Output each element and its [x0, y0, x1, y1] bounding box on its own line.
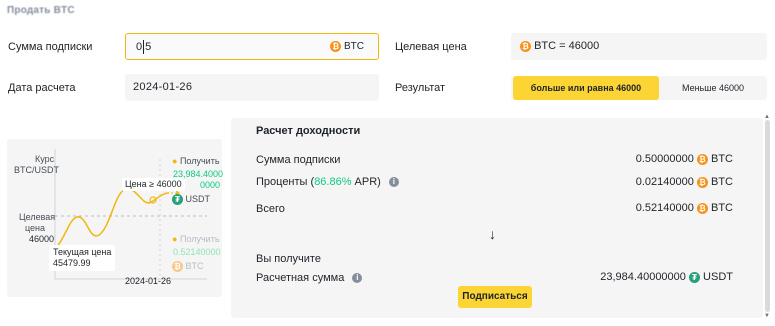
- get-bottom-amount: 0.52140000: [173, 247, 221, 257]
- chart-date-label: 2024-01-26: [125, 276, 172, 286]
- subscription-amount-label: Сумма подписки: [256, 154, 341, 166]
- get-top-amount-2: 0000: [200, 180, 221, 190]
- down-arrow-icon: ↓: [489, 226, 496, 242]
- you-get-label: Вы получите: [256, 253, 321, 265]
- target-price-field: ₿ BTC = 46000: [511, 33, 767, 60]
- page-title: Продать BTC: [7, 5, 75, 16]
- get-top-label: ● Получить: [172, 156, 220, 166]
- amount-input[interactable]: 0.5 ₿ BTC: [125, 33, 379, 60]
- target-price-value: BTC = 46000: [534, 40, 600, 52]
- current-price-tooltip: Текущая цена 45479.99: [49, 245, 116, 271]
- get-bottom-label: ● Получить: [172, 234, 220, 244]
- usdt-coin-icon: ₮: [172, 194, 183, 206]
- target-price-label: Целевая цена: [395, 41, 467, 53]
- get-top-amount: 23,984.4000: [173, 169, 224, 179]
- subscription-amount-value: 0.50000000 ₿ BTC: [635, 153, 733, 165]
- text-cursor: [143, 40, 144, 54]
- apr-value: 86.86%: [314, 176, 352, 188]
- get-top-currency: ₮ USDT: [172, 194, 210, 206]
- total-label: Всего: [256, 203, 285, 215]
- price-curve: [54, 188, 170, 250]
- result-option-lt[interactable]: Меньше 46000: [661, 76, 765, 100]
- btc-coin-icon: ₿: [172, 261, 183, 273]
- total-value: 0.52140000 ₿ BTC: [635, 202, 733, 214]
- result-option-gte[interactable]: больше или равна 46000: [513, 76, 659, 100]
- btc-coin-icon: ₿: [696, 176, 708, 188]
- subscribe-button[interactable]: Подписаться: [458, 286, 532, 308]
- get-bottom-currency: ₿ BTC: [172, 261, 204, 273]
- chart-rate-pair: BTC/USDT: [14, 165, 59, 175]
- chart-rate-label: Курс: [35, 154, 55, 164]
- payoff-chart: Курс BTC/USDT Целевая цена 46000 Текущая…: [7, 139, 224, 297]
- interest-label: Проценты (86.86% APR) i: [256, 176, 399, 188]
- settlement-date-field: 2024-01-26: [125, 74, 379, 101]
- result-label: Результат: [395, 82, 446, 94]
- scrollbar-thumb[interactable]: [765, 120, 770, 312]
- scroll-down-arrow[interactable]: ▼: [764, 313, 770, 319]
- estimated-amount-value: 23,984.40000000 ₮ USDT: [600, 271, 733, 283]
- amount-currency: ₿ BTC: [330, 41, 364, 52]
- btc-coin-icon: ₿: [520, 40, 531, 52]
- settlement-date-label: Дата расчета: [8, 82, 76, 94]
- chart-target-value: 46000: [29, 234, 55, 244]
- btc-coin-icon: ₿: [696, 153, 708, 165]
- chart-target-label-2: цена: [25, 223, 46, 233]
- usdt-coin-icon: ₮: [688, 271, 700, 283]
- yield-calculation-title: Расчет доходности: [256, 125, 361, 137]
- chart-target-label: Целевая: [19, 212, 56, 222]
- result-toggle[interactable]: больше или равна 46000 Меньше 46000: [511, 76, 767, 100]
- info-icon[interactable]: i: [388, 177, 399, 188]
- amount-label: Сумма подписки: [8, 41, 93, 53]
- btc-coin-icon: ₿: [330, 41, 342, 52]
- btc-coin-icon: ₿: [696, 202, 708, 214]
- info-icon[interactable]: i: [352, 273, 363, 284]
- estimated-amount-label: Расчетная сумма i: [256, 272, 363, 284]
- interest-value: 0.02140000 ₿ BTC: [635, 176, 733, 188]
- settlement-date-value: 2024-01-26: [133, 81, 193, 93]
